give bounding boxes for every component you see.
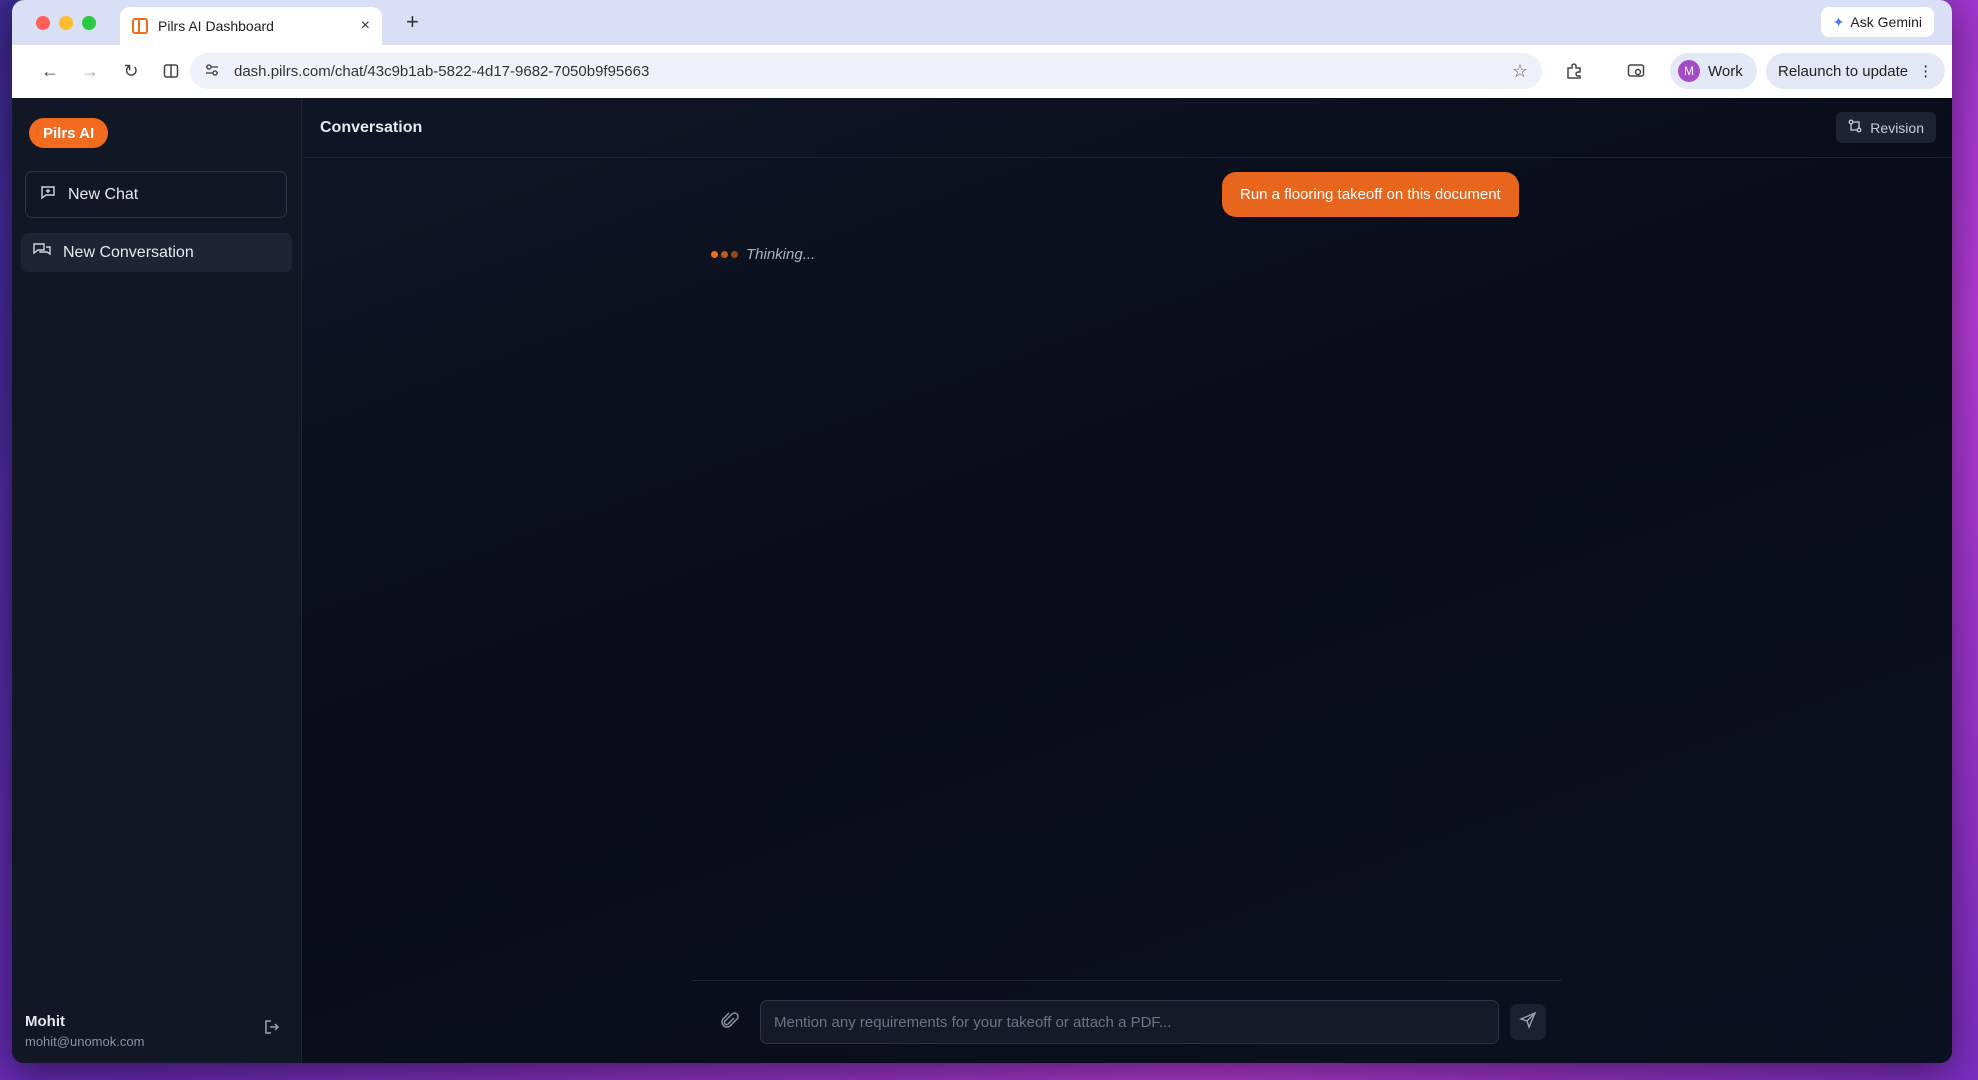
url-text: dash.pilrs.com/chat/43c9b1ab-5822-4d17-9…: [234, 62, 650, 80]
thinking-label: Thinking...: [746, 246, 816, 263]
browser-window: Pilrs AI Dashboard × + ✦ Ask Gemini ← → …: [12, 0, 1952, 1063]
sidebar-item-conversation[interactable]: New Conversation: [21, 233, 292, 272]
maximize-window-button[interactable]: [82, 15, 96, 30]
new-chat-label: New Chat: [68, 185, 139, 203]
page-title: Conversation: [320, 118, 423, 136]
ask-gemini-button[interactable]: ✦ Ask Gemini: [1820, 7, 1934, 37]
profile-avatar: M: [1678, 60, 1700, 82]
back-arrow-icon[interactable]: ←: [36, 57, 64, 85]
new-tab-button[interactable]: +: [406, 9, 419, 35]
message-input[interactable]: [760, 1000, 1499, 1044]
main-header: Conversation Revision: [302, 98, 1952, 158]
user-profile: Mohit mohit@unomok.com: [25, 1013, 144, 1049]
thinking-indicator: Thinking...: [711, 246, 815, 263]
close-window-button[interactable]: [36, 15, 50, 30]
user-name: Mohit: [25, 1013, 65, 1030]
app-container: Pilrs AI New Chat New Conversation Mohit…: [12, 98, 1952, 1063]
revision-label: Revision: [1870, 119, 1924, 136]
more-menu-icon[interactable]: ⋮: [1918, 62, 1933, 80]
conversation-label: New Conversation: [63, 243, 194, 261]
main-panel: Conversation Revision Run a flooring tak…: [302, 98, 1952, 1063]
sidebar: Pilrs AI New Chat New Conversation Mohit…: [12, 98, 302, 1063]
lens-search-icon[interactable]: [1622, 57, 1650, 85]
relaunch-button[interactable]: Relaunch to update ⋮: [1766, 53, 1946, 89]
user-email: mohit@unomok.com: [25, 1034, 145, 1049]
close-tab-icon[interactable]: ×: [361, 17, 370, 35]
logout-icon[interactable]: [263, 1018, 281, 1041]
profile-label: Work: [1708, 62, 1743, 80]
composer-divider: [692, 980, 1562, 981]
minimize-window-button[interactable]: [59, 15, 73, 30]
new-chat-button[interactable]: New Chat: [25, 171, 287, 218]
reload-icon[interactable]: ↻: [117, 57, 145, 85]
paperclip-icon[interactable]: [720, 1011, 740, 1037]
tab-title: Pilrs AI Dashboard: [158, 18, 274, 34]
send-button[interactable]: [1510, 1004, 1546, 1040]
revision-icon: [1848, 119, 1862, 136]
address-bar[interactable]: dash.pilrs.com/chat/43c9b1ab-5822-4d17-9…: [190, 53, 1542, 89]
new-chat-icon: [40, 184, 56, 205]
window-controls: [36, 15, 96, 30]
forward-arrow-icon[interactable]: →: [76, 57, 104, 85]
extensions-puzzle-icon[interactable]: [1560, 57, 1588, 85]
ask-gemini-label: Ask Gemini: [1850, 14, 1922, 30]
conversation-icon: [33, 242, 51, 263]
bookmark-star-icon[interactable]: ☆: [1512, 61, 1528, 82]
relaunch-label: Relaunch to update: [1778, 62, 1909, 80]
thinking-dots-icon: [711, 251, 738, 258]
send-icon: [1519, 1011, 1537, 1034]
browser-toolbar: ← → ↻ dash.pilrs.com/chat/43c9b1ab-5822-…: [12, 45, 1952, 98]
browser-tab[interactable]: Pilrs AI Dashboard ×: [120, 7, 382, 45]
split-view-icon[interactable]: [157, 57, 185, 85]
tab-strip: Pilrs AI Dashboard × + ✦ Ask Gemini: [12, 0, 1952, 45]
user-message-bubble: Run a flooring takeoff on this document: [1222, 172, 1519, 217]
brand-logo[interactable]: Pilrs AI: [29, 118, 109, 148]
site-settings-icon[interactable]: [204, 62, 220, 81]
gemini-sparkle-icon: ✦: [1832, 13, 1845, 30]
revision-button[interactable]: Revision: [1836, 112, 1936, 143]
profile-chip[interactable]: M Work: [1670, 53, 1757, 89]
pilrs-favicon-icon: [132, 18, 148, 34]
